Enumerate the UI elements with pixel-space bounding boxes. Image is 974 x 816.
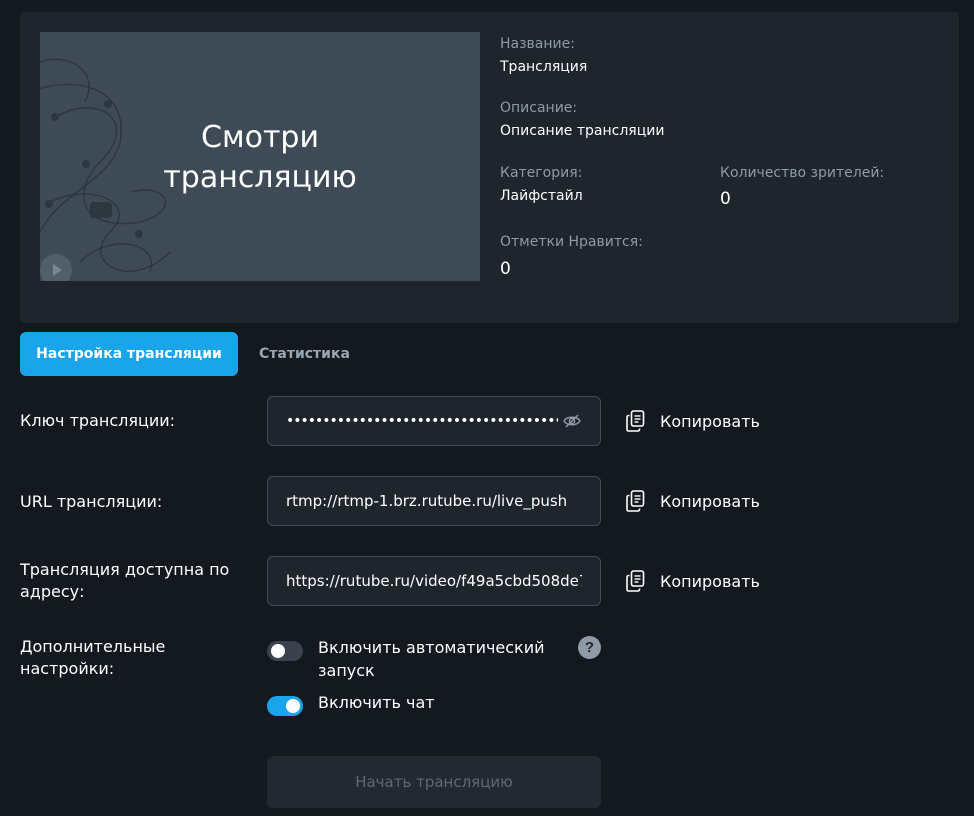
toggle-knob [271, 644, 285, 658]
viewers-value: 0 [720, 189, 731, 209]
toggle-knob [286, 699, 300, 713]
eye-off-icon[interactable] [562, 411, 582, 431]
stream-key-value: ••••••••••••••••••••••••••••••••••••••••… [286, 413, 558, 429]
stream-key-label: Ключ трансляции: [20, 411, 176, 430]
help-icon[interactable]: ? [578, 636, 601, 659]
copy-label: Копировать [660, 411, 760, 431]
tab-statistics[interactable]: Статистика [259, 332, 350, 376]
likes-label: Отметки Нравится: [500, 234, 643, 250]
stream-preview[interactable]: Смотри трансляцию [40, 32, 480, 281]
stream-key-field[interactable]: ••••••••••••••••••••••••••••••••••••••••… [267, 396, 601, 446]
copy-label: Копировать [660, 491, 760, 511]
chat-toggle[interactable] [267, 696, 303, 716]
available-at-label: Трансляция доступна по адресу: [20, 560, 230, 601]
preview-title: Смотри трансляцию [163, 120, 357, 195]
name-label: Название: [500, 36, 575, 52]
stream-info-card: Смотри трансляцию Название: Трансляция О… [20, 12, 959, 323]
start-stream-button[interactable]: Начать трансляцию [267, 756, 601, 808]
copy-icon [626, 410, 645, 432]
stream-url-value: rtmp://rtmp-1.brz.rutube.ru/live_push [286, 492, 568, 510]
likes-value: 0 [500, 259, 511, 279]
extra-settings-label: Дополнительные настройки: [20, 637, 166, 678]
copy-stream-key-button[interactable]: Копировать [626, 410, 760, 432]
chat-label: Включить чат [318, 693, 435, 712]
category-label: Категория: [500, 165, 583, 181]
copy-stream-url-button[interactable]: Копировать [626, 490, 760, 512]
stream-url-label: URL трансляции: [20, 492, 163, 511]
play-icon[interactable] [40, 254, 72, 281]
available-at-value: https://rutube.ru/video/f49a5cbd508de72( [286, 572, 582, 590]
copy-icon [626, 490, 645, 512]
category-value: Лайфстайл [500, 188, 583, 204]
viewers-label: Количество зрителей: [720, 165, 885, 181]
copy-available-at-button[interactable]: Копировать [626, 570, 760, 592]
copy-icon [626, 570, 645, 592]
available-at-field[interactable]: https://rutube.ru/video/f49a5cbd508de72( [267, 556, 601, 606]
autostart-toggle[interactable] [267, 641, 303, 661]
copy-label: Копировать [660, 571, 760, 591]
description-value: Описание трансляции [500, 123, 665, 139]
name-value: Трансляция [500, 59, 588, 75]
tab-stream-settings[interactable]: Настройка трансляции [20, 332, 238, 376]
autostart-label: Включить автоматический запуск [318, 638, 545, 680]
stream-url-field[interactable]: rtmp://rtmp-1.brz.rutube.ru/live_push [267, 476, 601, 526]
description-label: Описание: [500, 100, 578, 116]
